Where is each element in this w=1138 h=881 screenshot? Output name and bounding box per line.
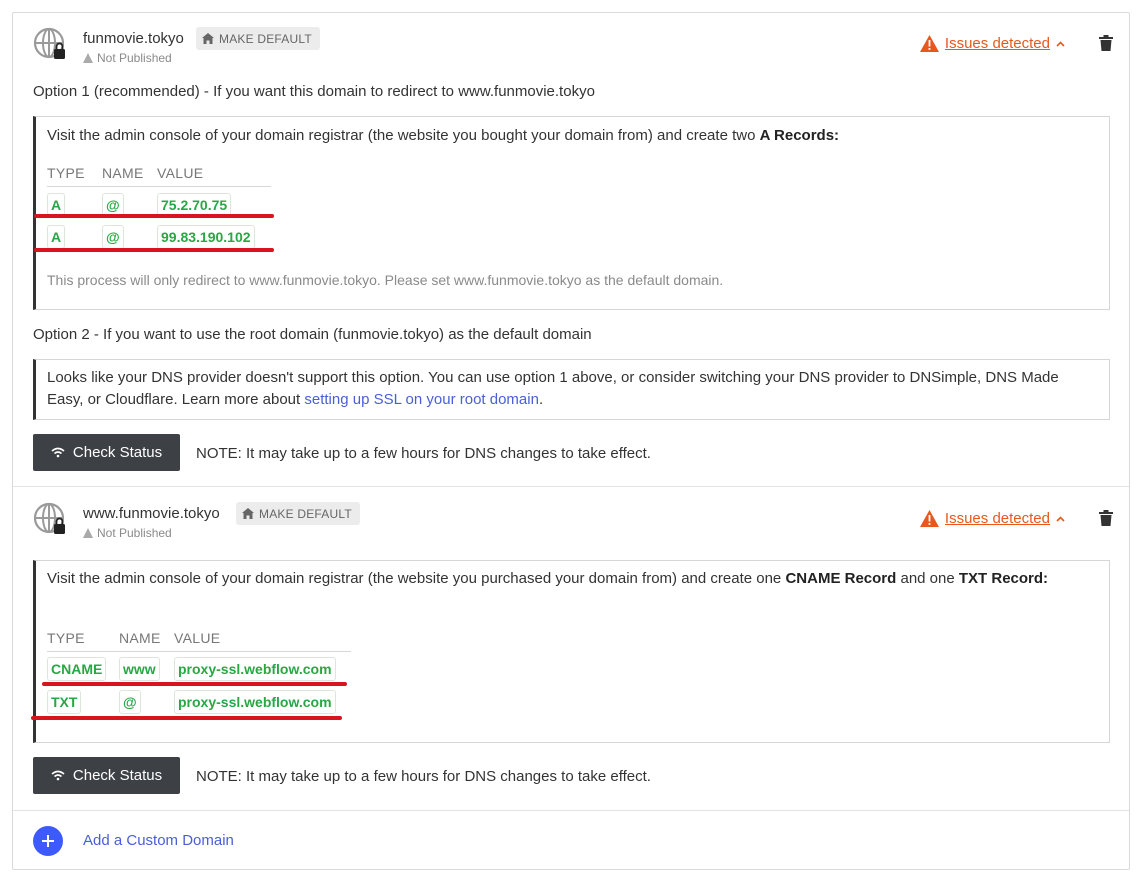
make-default-label: MAKE DEFAULT <box>219 31 312 46</box>
option1-title: Option 1 (recommended) - If you want thi… <box>33 83 595 100</box>
wifi-icon <box>51 447 65 458</box>
domain-header: www.funmovie.tokyo Not Published MAKE DE… <box>33 502 1113 542</box>
domain-section-www: www.funmovie.tokyo Not Published MAKE DE… <box>13 488 1129 811</box>
dns-note: NOTE: It may take up to a few hours for … <box>196 445 651 462</box>
home-icon <box>242 508 254 519</box>
option2-text: Looks like your DNS provider doesn't sup… <box>47 369 1059 408</box>
header-value: VALUE <box>174 630 221 646</box>
check-status-button[interactable]: Check Status <box>33 434 180 471</box>
header-divider <box>47 186 271 187</box>
red-highlight <box>31 716 342 720</box>
red-highlight <box>42 682 347 686</box>
add-domain-link[interactable]: Add a Custom Domain <box>83 832 234 849</box>
add-domain-section: Add a Custom Domain <box>13 812 1129 870</box>
issues-label: Issues detected <box>944 35 1050 52</box>
publish-status: Not Published <box>83 51 172 65</box>
person-icon <box>83 53 93 63</box>
chevron-up-icon <box>1056 515 1065 522</box>
check-status-label: Check Status <box>72 767 163 784</box>
domains-panel: funmovie.tokyo Not Published MAKE DEFAUL… <box>12 12 1130 870</box>
a-records-box: Visit the admin console of your domain r… <box>33 116 1110 310</box>
status-text: Not Published <box>97 526 172 540</box>
domain-name: www.funmovie.tokyo <box>83 505 220 522</box>
record-value: proxy-ssl.webflow.com <box>174 690 336 714</box>
header-name: NAME <box>119 630 161 646</box>
header-type: TYPE <box>47 165 85 181</box>
redirect-note: This process will only redirect to www.f… <box>47 272 724 288</box>
make-default-label: MAKE DEFAULT <box>259 506 352 521</box>
domain-section-root: funmovie.tokyo Not Published MAKE DEFAUL… <box>13 13 1129 487</box>
check-status-label: Check Status <box>72 444 163 461</box>
record-name: @ <box>119 690 141 714</box>
header-divider <box>47 651 351 652</box>
record-name: @ <box>102 225 124 249</box>
domain-name: funmovie.tokyo <box>83 30 184 47</box>
record-type: A <box>47 225 66 249</box>
issues-toggle[interactable]: Issues detected <box>919 35 1065 52</box>
globe-lock-icon <box>33 27 65 59</box>
issues-toggle[interactable]: Issues detected <box>919 510 1065 527</box>
dns-note: NOTE: It may take up to a few hours for … <box>196 768 651 785</box>
add-domain-plus-button[interactable] <box>33 826 63 856</box>
issues-label: Issues detected <box>944 510 1050 527</box>
check-status-button[interactable]: Check Status <box>33 757 180 794</box>
cname-txt-box: Visit the admin console of your domain r… <box>31 560 1110 743</box>
cname-instructions: Visit the admin console of your domain r… <box>47 570 1049 587</box>
a-records-instructions: Visit the admin console of your domain r… <box>47 127 840 144</box>
warning-icon <box>919 510 939 527</box>
wifi-icon <box>51 770 65 781</box>
publish-status: Not Published <box>83 526 172 540</box>
record-value: 99.83.190.102 <box>157 225 255 249</box>
domain-header: funmovie.tokyo Not Published MAKE DEFAUL… <box>33 27 1113 67</box>
trash-icon[interactable] <box>1099 35 1113 51</box>
header-type: TYPE <box>47 630 85 646</box>
status-text: Not Published <box>97 51 172 65</box>
red-highlight <box>34 248 274 252</box>
record-name: www <box>119 657 160 681</box>
header-name: NAME <box>102 165 144 181</box>
globe-lock-icon <box>33 502 65 534</box>
make-default-button[interactable]: MAKE DEFAULT <box>196 27 320 50</box>
plus-icon <box>42 835 54 847</box>
option2-title: Option 2 - If you want to use the root d… <box>33 326 592 343</box>
make-default-button[interactable]: MAKE DEFAULT <box>236 502 360 525</box>
record-type: CNAME <box>47 657 107 681</box>
red-highlight <box>34 214 274 218</box>
option2-box: Looks like your DNS provider doesn't sup… <box>33 359 1110 420</box>
record-type: TXT <box>47 690 82 714</box>
person-icon <box>83 528 93 538</box>
header-value: VALUE <box>157 165 204 181</box>
trash-icon[interactable] <box>1099 510 1113 526</box>
chevron-up-icon <box>1056 40 1065 47</box>
record-value: proxy-ssl.webflow.com <box>174 657 336 681</box>
home-icon <box>202 33 214 44</box>
warning-icon <box>919 35 939 52</box>
ssl-root-link[interactable]: setting up SSL on your root domain <box>304 391 539 408</box>
